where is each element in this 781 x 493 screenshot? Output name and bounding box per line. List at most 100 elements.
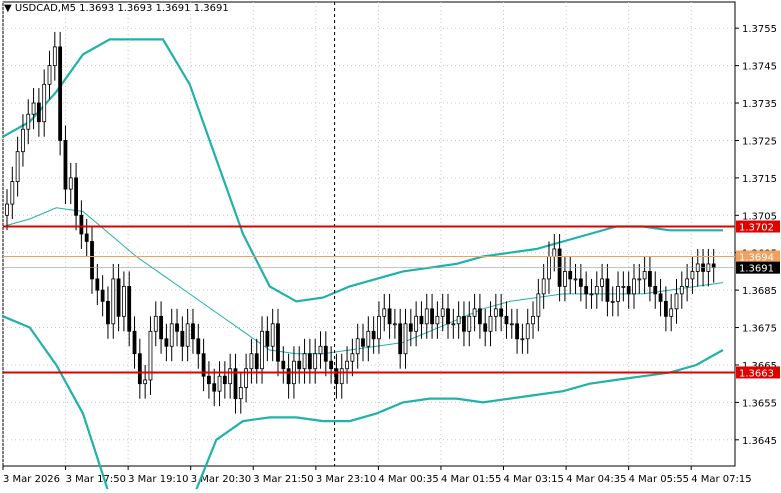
candle-body (462, 315, 466, 332)
candle-body (435, 315, 440, 325)
candle-body (249, 353, 254, 370)
candle-body (642, 271, 647, 280)
candle-body (31, 102, 36, 115)
candle-body (446, 308, 450, 325)
candle-body (430, 308, 434, 325)
x-tick-label: 4 Mar 01:55 (441, 474, 501, 485)
candle-body (408, 323, 413, 332)
candle-body (637, 278, 642, 281)
candle-body (36, 102, 41, 123)
y-tick-label: 1.3755 (742, 24, 777, 35)
candle-body (589, 293, 594, 296)
candle-body (260, 330, 264, 370)
candle-body (685, 278, 690, 287)
candle-body (265, 330, 270, 347)
candle-body (440, 308, 445, 317)
y-tick-label: 1.3745 (742, 62, 777, 73)
candle-body (398, 323, 403, 355)
candle-body (238, 387, 243, 400)
candle-body (196, 338, 201, 355)
x-tick-label: 4 Mar 04:35 (566, 474, 626, 485)
candle-body (584, 285, 589, 295)
candle-body (531, 315, 535, 325)
candle-body (191, 323, 195, 340)
x-tick-label: 3 Mar 19:10 (128, 474, 188, 485)
candle-body (616, 285, 620, 302)
chart-container[interactable]: 1.3755 1.3745 1.3735 1.3725 1.3715 1.3705 1.36… (0, 0, 781, 493)
candle-body (74, 177, 78, 216)
candle-body (371, 330, 376, 340)
candle-body (573, 278, 578, 281)
candle-body (382, 308, 387, 317)
candle-body (58, 46, 63, 141)
candle-body (387, 308, 392, 325)
candle-body (483, 323, 488, 332)
candle-body (5, 203, 9, 216)
candle-body (451, 323, 456, 326)
candle-body (217, 375, 222, 392)
candle-body (313, 353, 318, 370)
candle-body (509, 323, 514, 326)
candle-body (366, 330, 371, 347)
candle-body (610, 300, 615, 303)
y-tick-label: 1.3675 (742, 324, 777, 335)
candle-body (286, 368, 291, 385)
y-tick-label: 1.3655 (742, 398, 777, 409)
y-tick-label: 1.3735 (742, 99, 777, 110)
candle-body (180, 330, 185, 347)
candle-body (159, 315, 163, 340)
price-chart[interactable]: 1.37551.37451.37351.37251.37151.37051.36… (0, 0, 781, 493)
candle-body (95, 278, 100, 291)
price-label-text: 1.3691 (739, 264, 774, 275)
candle-body (414, 315, 419, 332)
symbol-label: USDCAD,M5 (14, 3, 76, 14)
candle-body (222, 375, 227, 385)
candle-body (137, 353, 142, 385)
candle-body (175, 323, 179, 332)
candle-body (297, 360, 302, 370)
candle-body (541, 278, 546, 295)
candle-body (307, 353, 312, 370)
candle-body (578, 278, 583, 287)
x-tick-label: 4 Mar 05:55 (629, 474, 689, 485)
candle-body (153, 315, 158, 332)
candle-body (632, 278, 636, 295)
candle-body (143, 379, 148, 385)
candle-body (116, 278, 121, 317)
close-value: 1.3691 (193, 3, 229, 14)
candle-body (323, 345, 328, 362)
candle-body (52, 46, 57, 67)
candle-body (594, 285, 599, 295)
candle-body (621, 285, 626, 288)
plot-frame (2, 1, 736, 467)
candle-body (212, 383, 217, 392)
candle-body (345, 360, 349, 370)
x-tick-label: 4 Mar 03:15 (504, 474, 564, 485)
candle-body (132, 330, 137, 355)
y-tick-label: 1.3685 (742, 286, 777, 297)
candle-body (164, 338, 169, 347)
x-tick-label: 3 Mar 17:50 (66, 474, 126, 485)
candle-body (339, 368, 344, 385)
candle-body (456, 315, 461, 325)
candle-body (21, 128, 25, 153)
candle-body (185, 323, 190, 347)
candle-body (515, 323, 519, 340)
candle-body (270, 323, 275, 347)
candle-body (63, 140, 68, 190)
candle-body (536, 293, 541, 317)
candle-body (520, 338, 525, 341)
candle-body (10, 181, 15, 205)
x-tick-label: 4 Mar 00:35 (378, 474, 438, 485)
candle-body (127, 285, 132, 332)
x-tick-label: 3 Mar 2026 (3, 474, 60, 485)
candle-body (488, 315, 493, 332)
candle-body (281, 360, 286, 370)
price-label-text: 1.3663 (739, 368, 774, 379)
candle-body (47, 65, 52, 85)
open-value: 1.3693 (79, 3, 115, 14)
x-tick-label: 3 Mar 21:50 (253, 474, 313, 485)
candle-body (690, 271, 695, 280)
collapse-arrow-icon[interactable]: ▼ (4, 3, 12, 14)
candle-body (499, 308, 504, 317)
